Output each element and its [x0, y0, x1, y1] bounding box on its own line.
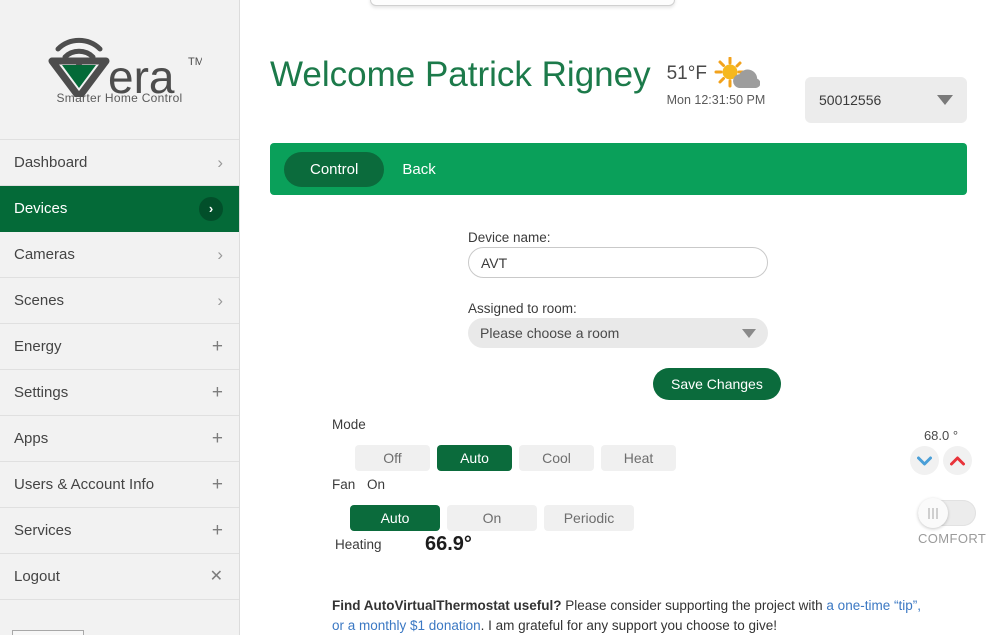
- heat-setpoint-down-button[interactable]: [910, 446, 939, 475]
- controller-serial-select[interactable]: 50012556: [805, 77, 967, 123]
- support-note-tail: . I am grateful for any support you choo…: [480, 617, 778, 633]
- chevron-down-icon: [917, 456, 932, 465]
- fan-on-button[interactable]: On: [447, 505, 537, 531]
- sidebar-item-label: Devices: [14, 200, 68, 217]
- vera-logo-icon: era TM: [38, 35, 203, 103]
- plus-icon: +: [211, 382, 223, 403]
- sun-behind-cloud-icon: [714, 56, 761, 91]
- svg-text:TM: TM: [188, 56, 202, 68]
- close-icon: ✕: [209, 567, 223, 585]
- save-changes-button[interactable]: Save Changes: [653, 368, 781, 400]
- weather-current: 51°F: [666, 56, 761, 91]
- toggle-knob: [918, 498, 948, 528]
- tab-control[interactable]: Control: [284, 151, 385, 187]
- grip-line-icon: [932, 507, 934, 519]
- chevron-right-icon: ›: [217, 245, 223, 264]
- brand-logo: era TM Smarter Home Control: [0, 0, 239, 139]
- sidebar-nav: Dashboard › Devices › Cameras › Scenes ›…: [0, 139, 239, 600]
- sidebar-item-label: Dashboard: [14, 154, 88, 171]
- fan-periodic-button[interactable]: Periodic: [544, 505, 634, 531]
- sidebar-item-logout[interactable]: Logout ✕: [0, 554, 239, 600]
- chevron-right-icon: ›: [217, 291, 223, 310]
- mode-auto-button[interactable]: Auto: [437, 445, 512, 471]
- sidebar-item-energy[interactable]: Energy +: [0, 324, 239, 370]
- tab-bar: Control Back: [270, 143, 967, 195]
- comfort-toggle[interactable]: [918, 498, 976, 528]
- chevron-up-icon: [950, 456, 965, 465]
- grip-line-icon: [928, 507, 930, 519]
- page-title: Welcome Patrick Rigney: [270, 55, 651, 94]
- heat-setpoint-up-button[interactable]: [943, 446, 972, 475]
- fan-auto-button[interactable]: Auto: [350, 505, 440, 531]
- sidebar-item-label: Services: [14, 522, 72, 539]
- assigned-room-select[interactable]: Please choose a room: [468, 318, 768, 348]
- sidebar-item-label: Scenes: [14, 292, 65, 309]
- comfort-label: COMFORT: [918, 531, 987, 546]
- sidebar-item-label: Cameras: [14, 246, 75, 263]
- mode-button-group: Off Auto Cool Heat: [355, 445, 676, 471]
- assigned-room-value: Please choose a room: [480, 325, 620, 341]
- mode-heat-button[interactable]: Heat: [601, 445, 676, 471]
- heat-setpoint-control: 68.0 °: [910, 428, 972, 475]
- sidebar-item-devices[interactable]: Devices ›: [0, 186, 239, 232]
- heat-setpoint-value: 68.0 °: [923, 428, 959, 443]
- top-partial-panel: [370, 0, 675, 6]
- controller-serial-value: 50012556: [819, 92, 882, 108]
- plus-icon: +: [211, 336, 223, 357]
- chevron-down-icon: [742, 328, 756, 338]
- support-note-mid: Please consider supporting the project w…: [561, 598, 827, 613]
- support-note-lead: Find AutoVirtualThermostat useful?: [332, 598, 562, 613]
- sidebar-item-label: Energy: [14, 338, 62, 355]
- support-note: Find AutoVirtualThermostat useful? Pleas…: [332, 596, 932, 635]
- sidebar-item-cameras[interactable]: Cameras ›: [0, 232, 239, 278]
- weather-widget: 51°F Mon 12:31:50 PM: [666, 45, 766, 107]
- mode-cool-button[interactable]: Cool: [519, 445, 594, 471]
- sidebar-item-scenes[interactable]: Scenes ›: [0, 278, 239, 324]
- sidebar-item-settings[interactable]: Settings +: [0, 370, 239, 416]
- chevron-right-icon: ›: [217, 153, 223, 172]
- sidebar-item-label: Logout: [14, 568, 60, 585]
- heat-setpoint-buttons: [910, 446, 972, 475]
- tab-back[interactable]: Back: [384, 152, 453, 187]
- plus-icon: +: [211, 474, 223, 495]
- chevron-down-icon: [937, 95, 953, 105]
- chevron-right-icon: ›: [199, 196, 223, 221]
- current-datetime: Mon 12:31:50 PM: [666, 93, 766, 107]
- sidebar-item-services[interactable]: Services +: [0, 508, 239, 554]
- sidebar-item-dashboard[interactable]: Dashboard ›: [0, 140, 239, 186]
- mode-off-button[interactable]: Off: [355, 445, 430, 471]
- sidebar-item-label: Settings: [14, 384, 69, 401]
- heating-temperature-value: 66.9°: [425, 533, 472, 555]
- sidebar: era TM Smarter Home Control Dashboard › …: [0, 0, 240, 635]
- plus-icon: +: [211, 520, 223, 541]
- device-name-input[interactable]: [468, 247, 768, 278]
- svg-text:era: era: [108, 51, 175, 97]
- sidebar-item-label: Users & Account Info: [14, 476, 155, 493]
- fan-button-group: Auto On Periodic: [350, 505, 634, 531]
- heating-label: Heating: [335, 537, 382, 552]
- plus-icon: +: [211, 428, 223, 449]
- fan-state-value: On: [367, 477, 386, 492]
- mode-label: Mode: [332, 417, 366, 432]
- device-name-label: Device name:: [468, 230, 551, 245]
- main-content: Welcome Patrick Rigney 51°F Mon 12:31:50…: [240, 0, 991, 635]
- assigned-room-label: Assigned to room:: [468, 301, 577, 316]
- page-header: Welcome Patrick Rigney 51°F Mon 12:31:50…: [270, 45, 765, 107]
- page-root: era TM Smarter Home Control Dashboard › …: [0, 0, 991, 635]
- fan-label: Fan: [332, 477, 356, 492]
- sidebar-bottom-panel: [12, 630, 84, 635]
- vera-wordmark-svg: era TM: [48, 37, 203, 103]
- sidebar-item-apps[interactable]: Apps +: [0, 416, 239, 462]
- comfort-mode-control: COMFORT: [918, 498, 987, 546]
- outdoor-temperature: 51°F: [666, 63, 707, 84]
- sidebar-item-users-account-info[interactable]: Users & Account Info +: [0, 462, 239, 508]
- sidebar-item-label: Apps: [14, 430, 49, 447]
- grip-line-icon: [936, 507, 938, 519]
- weather-svg: [714, 56, 761, 88]
